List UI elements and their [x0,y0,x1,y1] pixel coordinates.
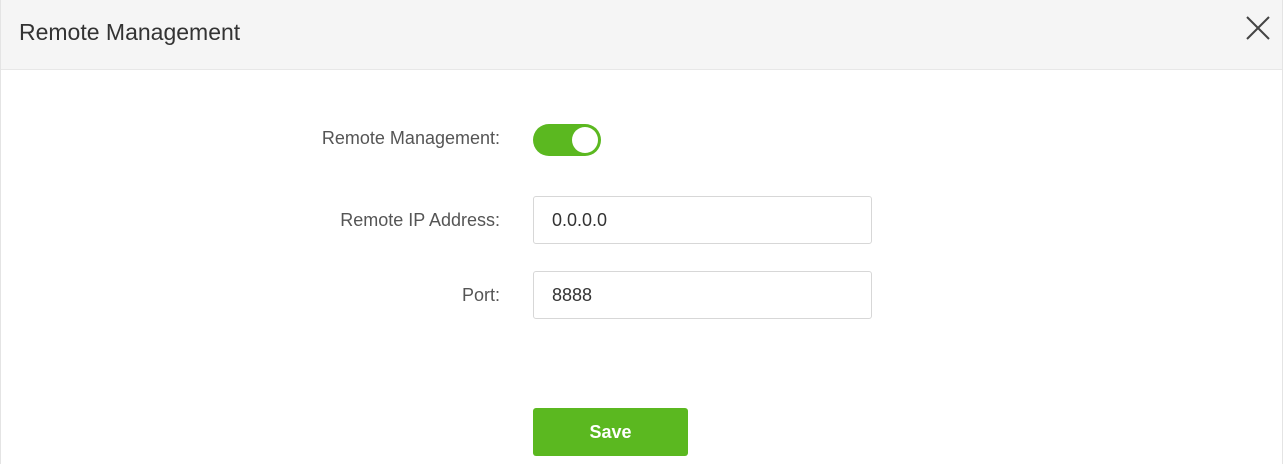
remote-management-dialog: Remote Management Remote Management: Rem… [0,0,1283,464]
port-input[interactable] [533,271,872,319]
save-button[interactable]: Save [533,408,688,456]
dialog-title: Remote Management [19,19,241,45]
remote-management-label: Remote Management: [321,128,500,148]
port-label: Port: [461,285,500,305]
remote-management-row: Remote Management: [1,120,1282,156]
dialog-header: Remote Management [1,0,1282,70]
port-row: Port: [1,271,1282,319]
remote-ip-row: Remote IP Address: [1,196,1282,244]
remote-ip-input[interactable] [533,196,872,244]
remote-ip-label: Remote IP Address: [340,210,500,230]
close-icon[interactable] [1244,14,1272,42]
remote-management-toggle[interactable] [533,124,601,156]
toggle-knob [572,127,598,153]
